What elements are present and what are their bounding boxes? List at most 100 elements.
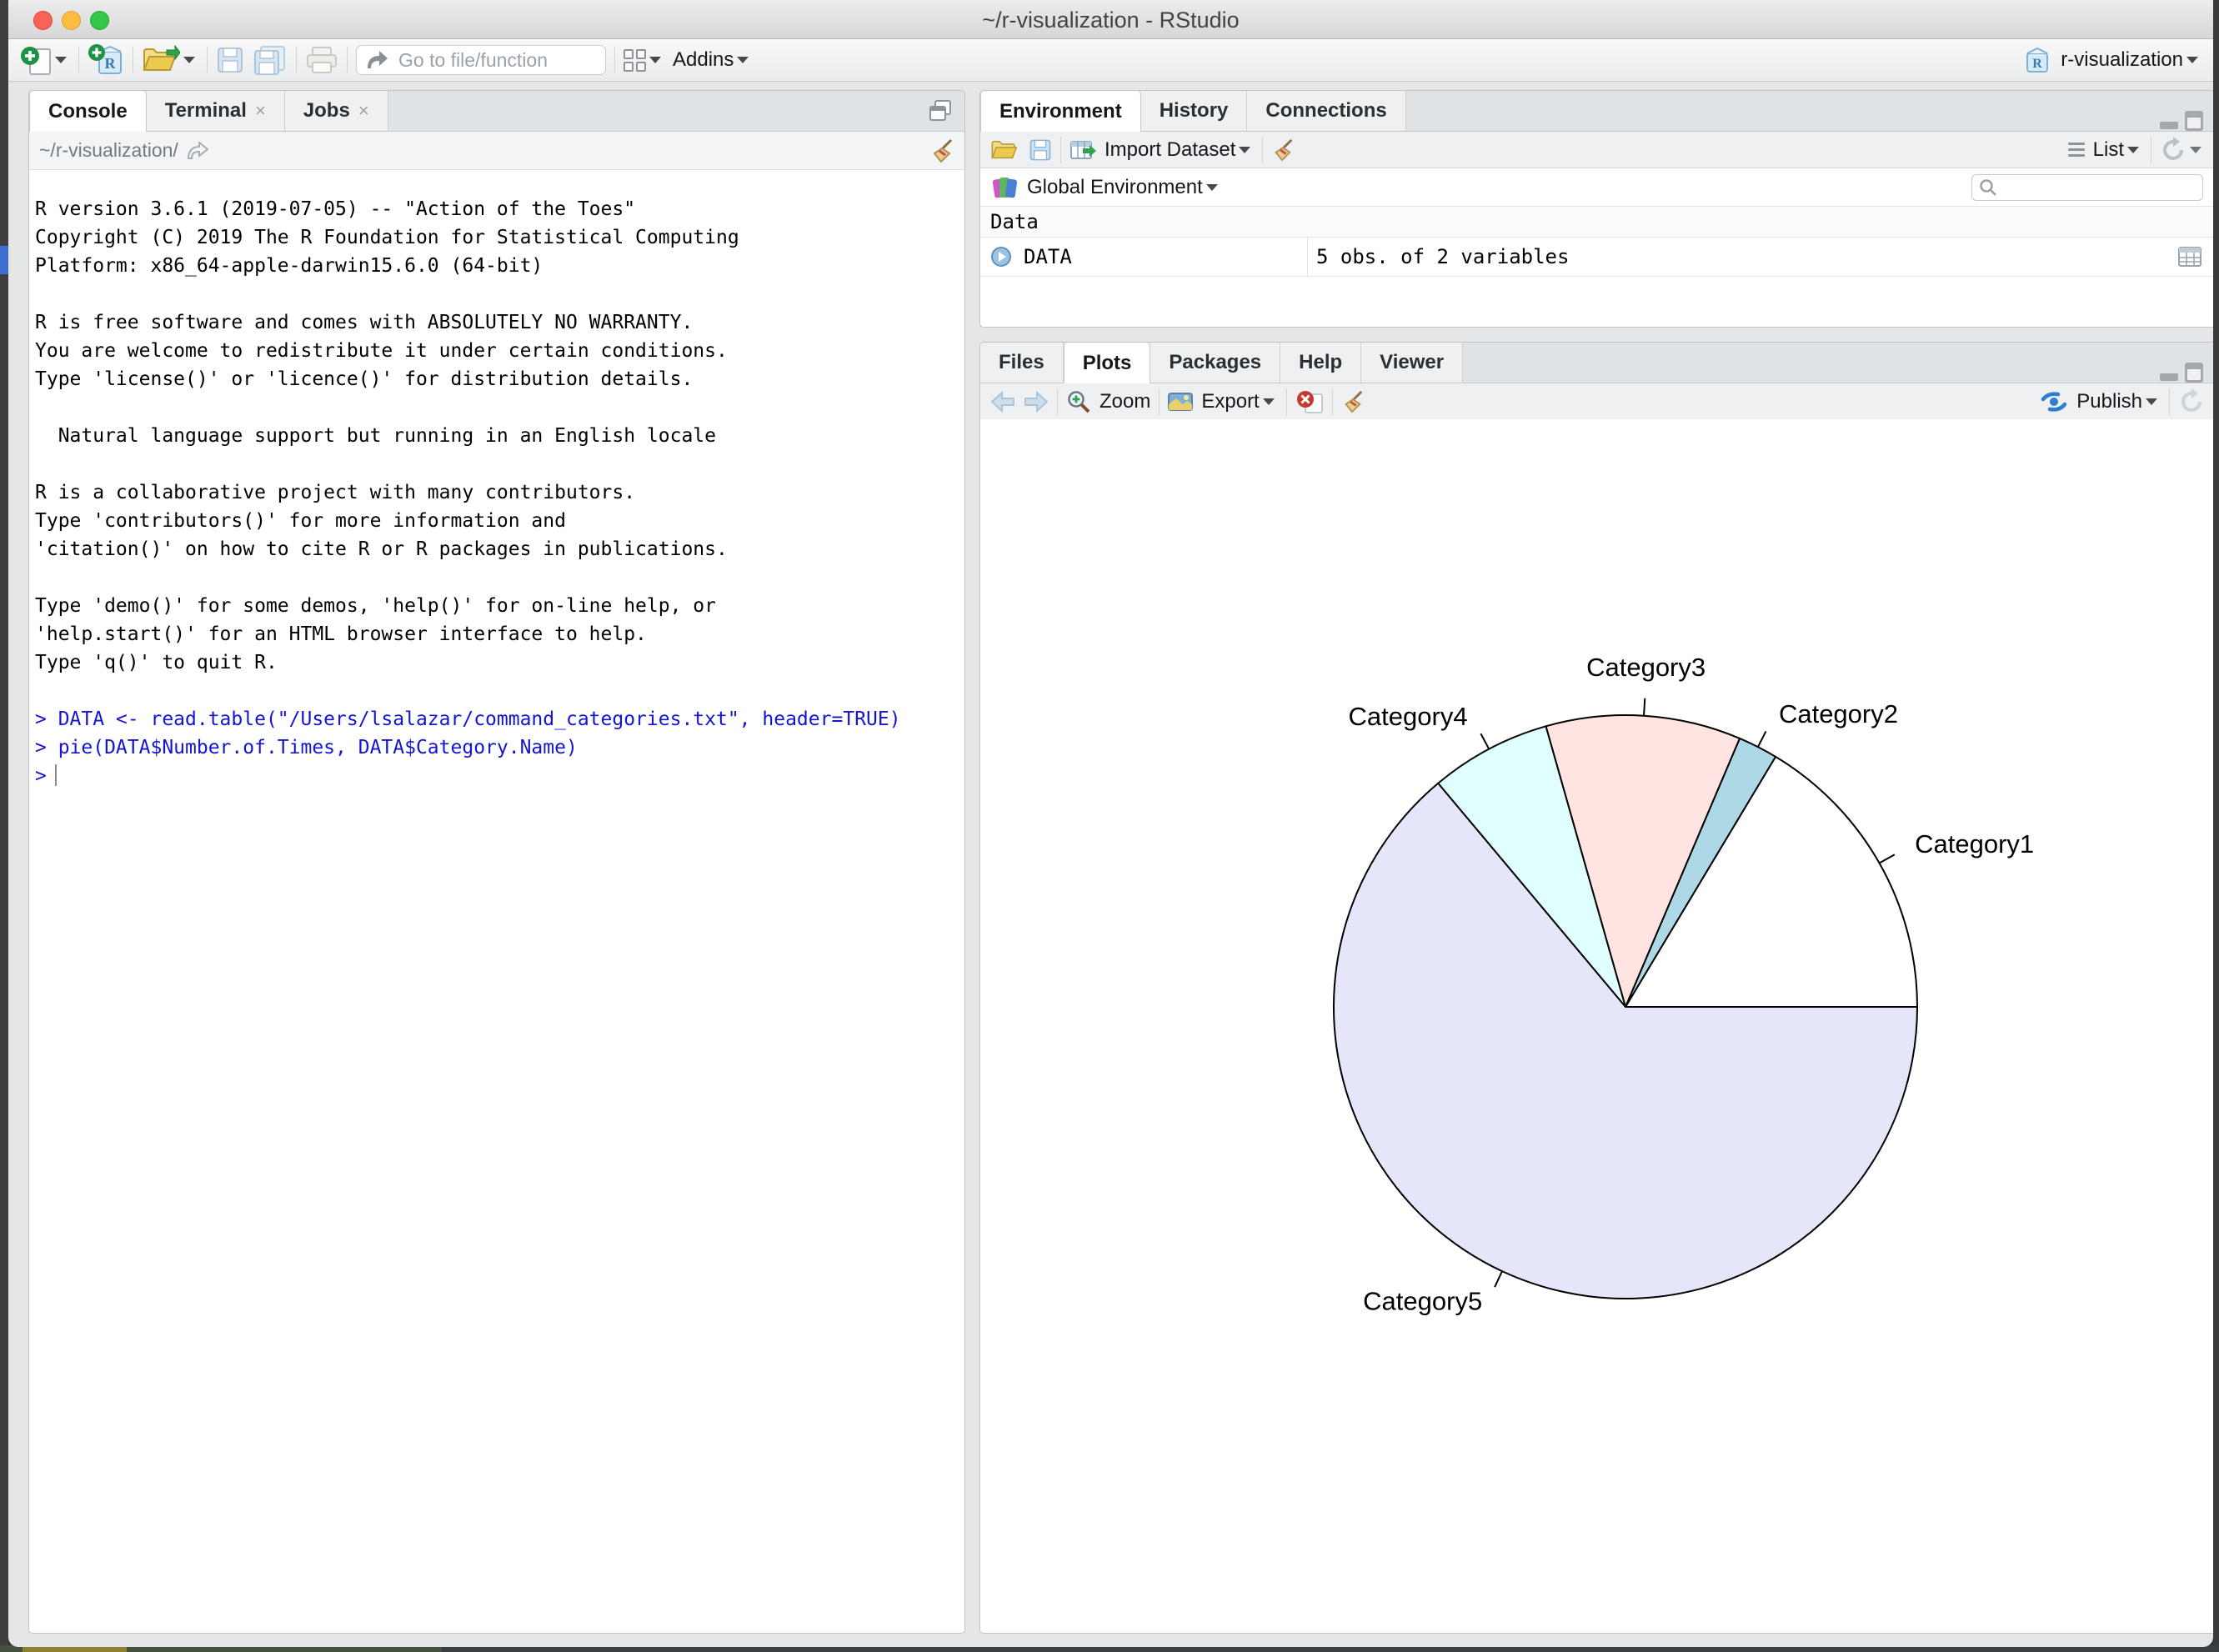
remove-plot-icon[interactable]	[1295, 389, 1324, 414]
save-all-icon[interactable]	[253, 45, 288, 75]
export-plot-button[interactable]: Export	[1201, 390, 1259, 413]
tab-console[interactable]: Console	[29, 91, 147, 132]
goto-file-function-box[interactable]	[356, 45, 606, 75]
console-output-line	[35, 450, 964, 478]
import-dataset-button[interactable]: Import Dataset	[1104, 138, 1235, 162]
background-window-sliver	[0, 0, 8, 1652]
pie-chart: Category1Category2Category3Category4Cate…	[980, 419, 2213, 1634]
new-file-dropdown-caret[interactable]	[55, 57, 67, 63]
console-command-line: > pie(DATA$Number.of.Times, DATA$Categor…	[35, 733, 964, 762]
screenshot-stage: ~/r-visualization - RStudio R	[0, 0, 2219, 1652]
refresh-environment-icon[interactable]	[2160, 137, 2186, 163]
rstudio-window: ~/r-visualization - RStudio R	[8, 0, 2213, 1647]
project-selector[interactable]: r-visualization	[2061, 48, 2183, 72]
jump-to-directory-icon[interactable]	[187, 142, 208, 160]
pie-label: Category1	[1915, 829, 2034, 859]
close-jobs-tab-icon[interactable]: ×	[358, 100, 369, 122]
minimize-pane-icon[interactable]	[2160, 122, 2178, 129]
console-output-line	[35, 393, 964, 422]
tab-history[interactable]: History	[1141, 91, 1248, 131]
console-output-line: R is free software and comes with ABSOLU…	[35, 308, 964, 337]
console-output-line: Type 'q()' to quit R.	[35, 648, 964, 677]
project-cube-icon: R	[2022, 45, 2052, 75]
console-output-line: R is a collaborative project with many c…	[35, 478, 964, 507]
close-terminal-tab-icon[interactable]: ×	[255, 100, 266, 122]
pie-label-tick	[1644, 698, 1645, 716]
pie-label-tick	[1758, 731, 1766, 747]
environment-scope-caret[interactable]	[1206, 184, 1218, 191]
view-data-table-icon[interactable]	[2178, 247, 2201, 267]
svg-text:R: R	[2033, 57, 2043, 71]
load-workspace-icon[interactable]	[990, 138, 1020, 163]
refresh-plot-icon[interactable]	[2178, 388, 2205, 415]
tab-help[interactable]: Help	[1280, 343, 1361, 383]
print-icon[interactable]	[305, 46, 338, 74]
pie-label-tick	[1880, 854, 1895, 863]
console-output-line	[35, 563, 964, 592]
maximize-pane-icon[interactable]	[2185, 363, 2203, 383]
environment-pane: Environment History Connections	[979, 90, 2213, 328]
pie-label-tick	[1495, 1271, 1502, 1287]
list-view-caret[interactable]	[2127, 147, 2139, 153]
import-dataset-icon[interactable]	[1069, 138, 1096, 162]
zoom-plot-icon[interactable]	[1066, 389, 1091, 414]
minimize-pane-icon[interactable]	[2160, 373, 2178, 381]
tab-terminal[interactable]: Terminal ×	[147, 91, 285, 131]
previous-plot-icon[interactable]	[990, 391, 1015, 413]
tab-plots[interactable]: Plots	[1064, 343, 1151, 383]
next-plot-icon[interactable]	[1024, 391, 1049, 413]
tab-packages[interactable]: Packages	[1150, 343, 1280, 383]
list-view-button[interactable]: List	[2093, 138, 2124, 162]
new-file-icon[interactable]	[20, 44, 52, 76]
expand-object-icon[interactable]	[990, 246, 1012, 268]
export-plot-caret[interactable]	[1263, 398, 1275, 405]
open-file-dropdown-caret[interactable]	[183, 57, 195, 63]
plot-viewport: Category1Category2Category3Category4Cate…	[980, 419, 2213, 1633]
import-dataset-caret[interactable]	[1239, 147, 1250, 153]
maximize-pane-icon[interactable]	[2185, 111, 2203, 131]
tab-environment[interactable]: Environment	[980, 91, 1141, 132]
console-command-line: > DATA <- read.table("/Users/lsalazar/co…	[35, 705, 964, 733]
refresh-environment-caret[interactable]	[2190, 147, 2201, 153]
addins-caret[interactable]	[737, 57, 749, 63]
project-selector-caret[interactable]	[2186, 57, 2198, 63]
clear-all-plots-broom-icon[interactable]	[1341, 390, 1365, 413]
tab-viewer[interactable]: Viewer	[1361, 343, 1463, 383]
open-file-icon[interactable]	[142, 45, 180, 75]
save-icon[interactable]	[216, 46, 244, 74]
new-project-icon[interactable]: R	[88, 43, 124, 77]
pane-layout-icon[interactable]	[624, 49, 646, 72]
console-output[interactable]: R version 3.6.1 (2019-07-05) -- "Action …	[29, 170, 964, 1633]
plots-tabstrip: Files Plots Packages Help Viewer	[980, 343, 2213, 383]
console-pane: Console Terminal × Jobs ×	[28, 90, 965, 1634]
save-workspace-icon[interactable]	[1029, 138, 1052, 162]
console-output-line: Type 'contributors()' for more informati…	[35, 507, 964, 535]
publish-caret[interactable]	[2146, 398, 2157, 405]
plots-pane: Files Plots Packages Help Viewer	[979, 342, 2213, 1634]
pane-windows-icon[interactable]	[928, 99, 953, 131]
pane-layout-caret[interactable]	[649, 57, 661, 63]
main-toolbar: R	[8, 39, 2213, 82]
addins-button[interactable]: Addins	[673, 48, 734, 72]
zoom-plot-button[interactable]: Zoom	[1099, 390, 1150, 413]
console-output-line: Natural language support but running in …	[35, 422, 964, 450]
clear-console-broom-icon[interactable]	[929, 138, 954, 163]
tab-files[interactable]: Files	[980, 343, 1064, 383]
publish-button[interactable]: Publish	[2076, 390, 2142, 413]
console-output-line: Copyright (C) 2019 The R Foundation for …	[35, 223, 964, 252]
environment-scope-row: Global Environment	[980, 168, 2213, 207]
environment-object-row[interactable]: DATA 5 obs. of 2 variables	[980, 238, 2213, 277]
environment-tabstrip: Environment History Connections	[980, 91, 2213, 132]
console-output-line: Platform: x86_64-apple-darwin15.6.0 (64-…	[35, 252, 964, 280]
console-tabstrip: Console Terminal × Jobs ×	[29, 91, 964, 132]
goto-arrow-icon	[365, 50, 388, 70]
tab-jobs[interactable]: Jobs ×	[285, 91, 388, 131]
environment-search-box[interactable]	[1971, 174, 2203, 201]
pie-label: Category2	[1779, 699, 1898, 728]
environment-scope-selector[interactable]: Global Environment	[1027, 176, 1203, 199]
goto-file-input[interactable]	[397, 48, 592, 73]
clear-environment-broom-icon[interactable]	[1271, 138, 1295, 162]
pie-label: Category3	[1586, 653, 1706, 682]
window-title: ~/r-visualization - RStudio	[8, 8, 2213, 33]
tab-connections[interactable]: Connections	[1247, 91, 1405, 131]
